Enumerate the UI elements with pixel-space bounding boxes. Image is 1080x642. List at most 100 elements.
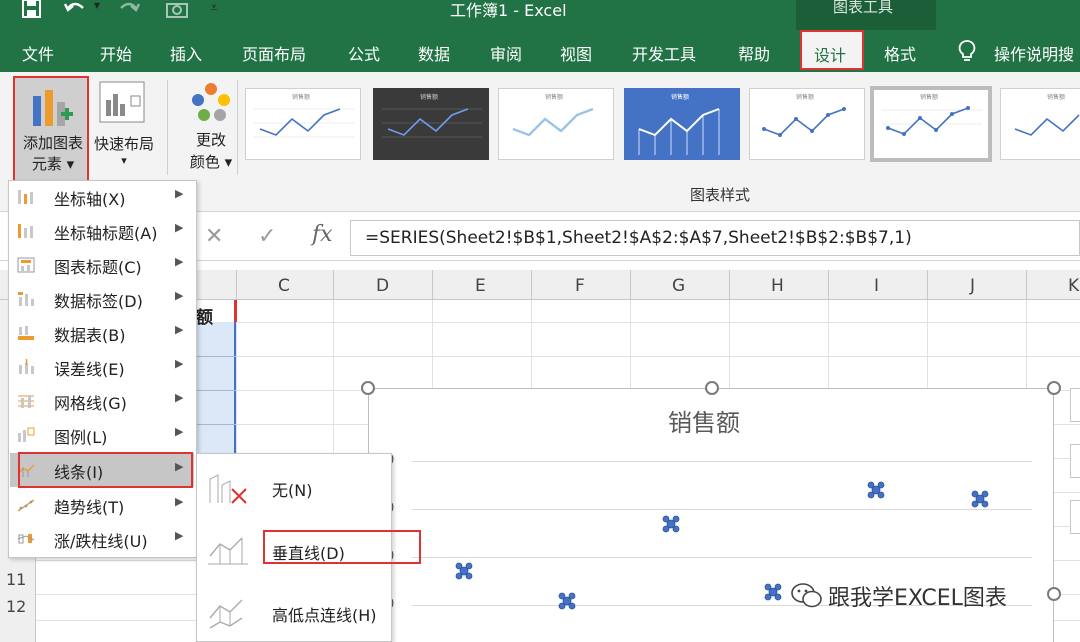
tab-formulas[interactable]: 公式 bbox=[348, 41, 380, 65]
lightbulb-icon[interactable] bbox=[958, 40, 976, 62]
col-header-d[interactable]: D bbox=[376, 276, 389, 296]
menu-item-data-table-label: 数据表(B) bbox=[54, 326, 126, 345]
tab-format[interactable]: 格式 bbox=[884, 41, 916, 65]
data-marker bbox=[867, 481, 885, 499]
save-icon[interactable] bbox=[22, 0, 42, 22]
series-name-range-marker bbox=[234, 300, 237, 322]
tell-me-search[interactable]: 操作说明搜 bbox=[994, 41, 1074, 65]
tab-view[interactable]: 视图 bbox=[560, 41, 592, 65]
menu-item-trendline-label: 趋势线(T) bbox=[54, 498, 125, 517]
row-header-12[interactable]: 12 bbox=[6, 597, 26, 616]
tab-data[interactable]: 数据 bbox=[418, 41, 450, 65]
chart-elements-side-button[interactable] bbox=[1070, 388, 1080, 422]
chart-style-2[interactable]: 销售额 bbox=[373, 88, 489, 160]
ribbon-separator bbox=[237, 80, 238, 175]
col-header-k[interactable]: K bbox=[1068, 276, 1079, 296]
tab-design-label: 设计 bbox=[814, 46, 847, 65]
tab-insert[interactable]: 插入 bbox=[170, 41, 202, 65]
menu-item-axis-titles-label: 坐标轴标题(A) bbox=[54, 224, 158, 243]
data-marker bbox=[971, 490, 989, 508]
menu-item-error-bars[interactable]: 误差线(E) ▶ bbox=[9, 350, 189, 384]
menu-item-axis-titles[interactable]: 坐标轴标题(A) ▶ bbox=[9, 214, 189, 248]
quick-layout-icon bbox=[99, 81, 145, 123]
tab-page-layout[interactable]: 页面布局 bbox=[242, 41, 306, 65]
data-marker bbox=[455, 562, 473, 580]
submenu-arrow-icon: ▶ bbox=[175, 357, 184, 370]
menu-item-gridlines-label: 网格线(G) bbox=[54, 394, 127, 413]
quick-layout-button[interactable]: 快速布局 ▾ bbox=[91, 76, 157, 186]
resize-handle[interactable] bbox=[1047, 587, 1061, 601]
submenu-item-high-low-lines[interactable]: 高低点连线(H) bbox=[196, 580, 392, 642]
col-header-i[interactable]: I bbox=[874, 276, 879, 296]
resize-handle[interactable] bbox=[361, 381, 375, 395]
add-chart-element-button[interactable]: 添加图表 元素 ▾ bbox=[13, 76, 89, 186]
insert-function-icon[interactable]: fx bbox=[312, 222, 333, 247]
submenu-arrow-icon: ▶ bbox=[175, 323, 184, 336]
customize-toolbar-icon[interactable]: ⩡ bbox=[210, 0, 218, 16]
chart-filters-side-button[interactable] bbox=[1070, 500, 1080, 534]
chart-style-4-title: 销售额 bbox=[671, 94, 690, 101]
menu-item-axes-label: 坐标轴(X) bbox=[54, 190, 126, 209]
tab-design[interactable]: 设计 bbox=[800, 30, 864, 70]
wechat-icon bbox=[790, 582, 824, 614]
menu-item-chart-title[interactable]: 图表标题(C) ▶ bbox=[9, 248, 189, 282]
legend-icon bbox=[18, 427, 35, 442]
drop-lines-icon bbox=[208, 537, 248, 565]
tab-help[interactable]: 帮助 bbox=[738, 41, 770, 65]
menu-item-data-table[interactable]: 数据表(B) ▶ bbox=[9, 316, 189, 350]
col-header-f[interactable]: F bbox=[575, 276, 585, 296]
change-colors-button[interactable]: 更改 颜色 ▾ bbox=[180, 78, 242, 178]
chart-style-3[interactable]: 销售额 bbox=[498, 88, 614, 160]
row-header-11[interactable]: 11 bbox=[6, 570, 26, 589]
col-header-g[interactable]: G bbox=[672, 276, 685, 296]
tab-file[interactable]: 文件 bbox=[22, 41, 54, 65]
col-header-c[interactable]: C bbox=[278, 276, 290, 296]
enter-formula-icon[interactable]: ✓ bbox=[258, 224, 276, 249]
chart-style-2-title: 销售额 bbox=[420, 94, 439, 101]
highlight-box-drop-lines bbox=[263, 530, 421, 564]
camera-icon[interactable] bbox=[166, 0, 188, 22]
menu-item-legend-label: 图例(L) bbox=[54, 428, 108, 447]
menu-item-legend[interactable]: 图例(L) ▶ bbox=[9, 418, 189, 452]
palette-icon bbox=[192, 83, 230, 121]
chart-style-1-title: 销售额 bbox=[292, 94, 311, 101]
col-header-h[interactable]: H bbox=[771, 276, 784, 296]
submenu-item-high-low-lines-label: 高低点连线(H) bbox=[272, 606, 377, 625]
col-header-e[interactable]: E bbox=[475, 276, 486, 296]
cell-b1[interactable]: 额 bbox=[196, 303, 213, 328]
menu-item-axes[interactable]: 坐标轴(X) ▶ bbox=[9, 180, 189, 214]
submenu-item-none-label: 无(N) bbox=[272, 481, 313, 500]
chart-styles-group-label: 图表样式 bbox=[690, 186, 751, 204]
submenu-item-none[interactable]: 无(N) bbox=[196, 457, 392, 519]
menu-item-data-labels[interactable]: 数据标签(D) ▶ bbox=[9, 282, 189, 316]
ribbon-separator bbox=[167, 80, 168, 175]
cancel-formula-icon[interactable]: ✕ bbox=[205, 224, 223, 249]
chart-styles-side-button[interactable] bbox=[1070, 444, 1080, 478]
chart-style-4[interactable]: 销售额 bbox=[624, 88, 740, 160]
menu-item-gridlines[interactable]: 网格线(G) ▶ bbox=[9, 384, 189, 418]
high-low-lines-icon bbox=[209, 599, 243, 629]
data-marker bbox=[662, 515, 680, 533]
chart-style-6-selected[interactable]: 销售额 bbox=[870, 86, 992, 162]
tab-home[interactable]: 开始 bbox=[100, 41, 132, 65]
chart-style-6-title: 销售额 bbox=[920, 94, 939, 101]
tab-developer[interactable]: 开发工具 bbox=[632, 41, 696, 65]
chart-style-1[interactable]: 销售额 bbox=[245, 88, 361, 160]
add-chart-element-line1: 添加图表 bbox=[22, 134, 83, 152]
menu-item-up-down-bars[interactable]: 涨/跌柱线(U) ▶ bbox=[9, 522, 189, 556]
tab-review[interactable]: 审阅 bbox=[490, 41, 522, 65]
menu-item-trendline[interactable]: 趋势线(T) ▶ bbox=[9, 488, 189, 522]
submenu-arrow-icon: ▶ bbox=[175, 221, 184, 234]
error-bars-icon bbox=[19, 359, 34, 374]
chart-tools-label: 图表工具 bbox=[833, 0, 894, 16]
up-down-bars-icon bbox=[17, 534, 35, 544]
data-marker bbox=[558, 592, 576, 610]
chart-style-5[interactable]: 销售额 bbox=[749, 88, 865, 160]
undo-dropdown-icon[interactable]: ▾ bbox=[94, 0, 100, 12]
undo-icon[interactable] bbox=[63, 0, 86, 22]
chart-style-7[interactable]: 销售额 bbox=[1000, 88, 1080, 160]
resize-handle[interactable] bbox=[705, 381, 719, 395]
resize-handle[interactable] bbox=[1047, 381, 1061, 395]
add-chart-element-line2: 元素 ▾ bbox=[31, 155, 75, 173]
col-header-j[interactable]: J bbox=[970, 276, 975, 296]
